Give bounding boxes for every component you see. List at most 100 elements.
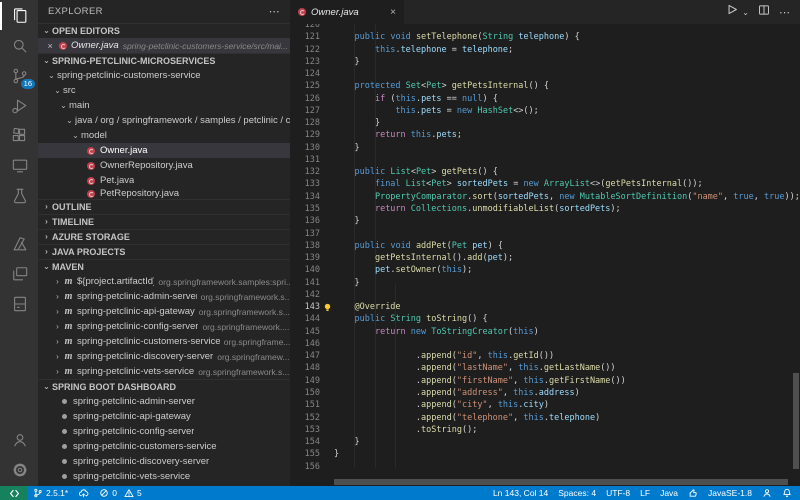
chevron-down-icon[interactable]: ⌄ [64, 117, 75, 125]
list-item[interactable]: ›mspring-petclinic-customers-serviceorg.… [38, 334, 290, 349]
chevron-down-icon[interactable]: ⌄ [41, 57, 52, 65]
section-header-spring-boot-dashboard[interactable]: ⌄SPRING BOOT DASHBOARD [38, 379, 290, 394]
section-header-maven[interactable]: ⌄MAVEN [38, 259, 290, 274]
code-line: 150 .append("address", this.address) [290, 387, 800, 399]
status-item-lf[interactable]: LF [635, 486, 655, 500]
list-item[interactable]: ›mspring-petclinic-vets-serviceorg.sprin… [38, 364, 290, 379]
section-header-outline[interactable]: ›OUTLINE [38, 199, 290, 214]
list-item[interactable]: ›mspring-petclinic-api-gatewayorg.spring… [38, 304, 290, 319]
chevron-right-icon[interactable]: › [52, 293, 63, 301]
chevron-right-icon[interactable]: › [41, 218, 52, 226]
editor-action-run[interactable] [725, 3, 738, 21]
chevron-right-icon[interactable]: › [52, 323, 63, 331]
status-item-bell[interactable] [777, 486, 797, 500]
activity-azure[interactable] [0, 230, 38, 258]
open-editors-header[interactable]: ⌄ OPEN EDITORS [38, 23, 290, 38]
tree-row[interactable]: Owner.java [38, 143, 290, 158]
list-item[interactable]: spring-petclinic-vets-service [38, 469, 290, 484]
project-root-header[interactable]: ⌄ SPRING-PETCLINIC-MICROSERVICES [38, 53, 290, 68]
list-item[interactable]: spring-petclinic-config-server [38, 424, 290, 439]
editor-action-chevron-down[interactable]: ⌄ [742, 8, 749, 17]
chevron-down-icon[interactable]: ⌄ [70, 132, 81, 140]
tree-row[interactable]: OwnerRepository.java [38, 158, 290, 173]
tree-row[interactable]: ⌄java / org / springframework / samples … [38, 113, 290, 128]
list-item[interactable]: spring-petclinic-customers-service [38, 439, 290, 454]
list-item[interactable]: spring-petclinic-discovery-server [38, 454, 290, 469]
activity-search[interactable] [0, 32, 38, 60]
chevron-down-icon[interactable]: ⌄ [41, 27, 52, 35]
list-item[interactable]: ›m${project.artifactId}org.springframewo… [38, 274, 290, 289]
status-item-utf-8[interactable]: UTF-8 [601, 486, 635, 500]
activity-source-control[interactable]: 16 [0, 62, 38, 90]
close-icon[interactable]: × [45, 41, 55, 51]
tree-row[interactable]: Pet.java [38, 173, 290, 188]
chevron-right-icon[interactable]: › [52, 338, 63, 346]
list-item[interactable]: spring-petclinic-admin-server [38, 394, 290, 409]
more-actions-icon[interactable]: ⋯ [269, 5, 280, 18]
chevron-right-icon[interactable]: › [52, 308, 63, 316]
activity-extensions[interactable] [0, 122, 38, 150]
open-editor-item[interactable]: ×Owner.javaspring-petclinic-customers-se… [38, 38, 290, 53]
tree-row[interactable]: PetRepository.java [38, 188, 290, 199]
activity-storage[interactable] [0, 290, 38, 318]
activity-windows[interactable] [0, 260, 38, 288]
status-item-cloud-upload[interactable] [73, 486, 94, 500]
editor-action-split-editor[interactable] [758, 3, 770, 21]
tree-row[interactable]: ⌄src [38, 83, 290, 98]
activity-explorer[interactable] [0, 2, 38, 30]
chevron-down-icon[interactable]: ⌄ [41, 383, 52, 391]
activity-settings[interactable] [0, 456, 38, 484]
chevron-down-icon[interactable]: ⌄ [46, 72, 57, 80]
remote-indicator[interactable] [0, 486, 28, 500]
activity-remote-explorer[interactable] [0, 152, 38, 180]
activity-accounts[interactable] [0, 426, 38, 454]
tree-row[interactable]: ⌄spring-petclinic-customers-service [38, 68, 290, 83]
code-editor[interactable]: 120121 public void setTelephone(String t… [290, 24, 800, 486]
chevron-right-icon[interactable]: › [41, 203, 52, 211]
code-text: @Override [334, 301, 401, 313]
horizontal-scrollbar[interactable] [334, 479, 788, 485]
section-header-java-projects[interactable]: ›JAVA PROJECTS [38, 244, 290, 259]
chevron-down-icon[interactable]: ⌄ [58, 102, 69, 110]
code-text: .append("address", this.address) [334, 387, 580, 399]
chevron-right-icon[interactable]: › [52, 353, 63, 361]
chevron-down-icon[interactable]: ⌄ [41, 263, 52, 271]
code-line: 155} [290, 448, 800, 460]
chevron-right-icon[interactable]: › [52, 278, 63, 286]
maven-icon: m [63, 351, 74, 362]
activity-testing[interactable] [0, 182, 38, 210]
maven-project-group: org.springframework.s... [198, 367, 289, 377]
activity-run-debug[interactable] [0, 92, 38, 120]
list-item[interactable]: spring-petclinic-api-gateway [38, 409, 290, 424]
line-number: 140 [290, 264, 320, 276]
status-item-feedback[interactable] [757, 486, 777, 500]
status-item-java[interactable]: Java [655, 486, 683, 500]
code-line: 148 .append("lastName", this.getLastName… [290, 362, 800, 374]
line-number: 144 [290, 313, 320, 325]
tree-row[interactable]: ⌄model [38, 128, 290, 143]
tab-owner-java[interactable]: Owner.java × [290, 0, 404, 24]
tree-row[interactable]: ⌄main [38, 98, 290, 113]
chevron-right-icon[interactable]: › [52, 368, 63, 376]
close-icon[interactable]: × [390, 7, 396, 18]
editor-action-more-actions[interactable]: ⋯ [779, 6, 791, 19]
status-item-ln-143-col-14[interactable]: Ln 143, Col 14 [488, 486, 553, 500]
section-header-azure-storage[interactable]: ›AZURE STORAGE [38, 229, 290, 244]
line-number: 154 [290, 436, 320, 448]
status-item-spaces-4[interactable]: Spaces: 4 [553, 486, 601, 500]
status-item-thumbsup[interactable] [683, 486, 703, 500]
status-item-0[interactable]: 05 [94, 486, 146, 500]
chevron-right-icon[interactable]: › [41, 233, 52, 241]
section-header-timeline[interactable]: ›TIMELINE [38, 214, 290, 229]
maven-project-group: org.springframework.s... [201, 292, 290, 302]
list-item[interactable]: ›mspring-petclinic-discovery-serverorg.s… [38, 349, 290, 364]
chevron-down-icon[interactable]: ⌄ [52, 87, 63, 95]
code-line: 146 [290, 338, 800, 350]
chevron-right-icon[interactable]: › [41, 248, 52, 256]
app-dot-icon [62, 414, 67, 419]
list-item[interactable]: ›mspring-petclinic-config-serverorg.spri… [38, 319, 290, 334]
status-item-javase-1.8[interactable]: JavaSE-1.8 [703, 486, 757, 500]
status-item-2.5.1-[interactable]: 2.5.1* [28, 486, 73, 500]
list-item[interactable]: ›mspring-petclinic-admin-serverorg.sprin… [38, 289, 290, 304]
vertical-scrollbar[interactable] [793, 373, 799, 469]
